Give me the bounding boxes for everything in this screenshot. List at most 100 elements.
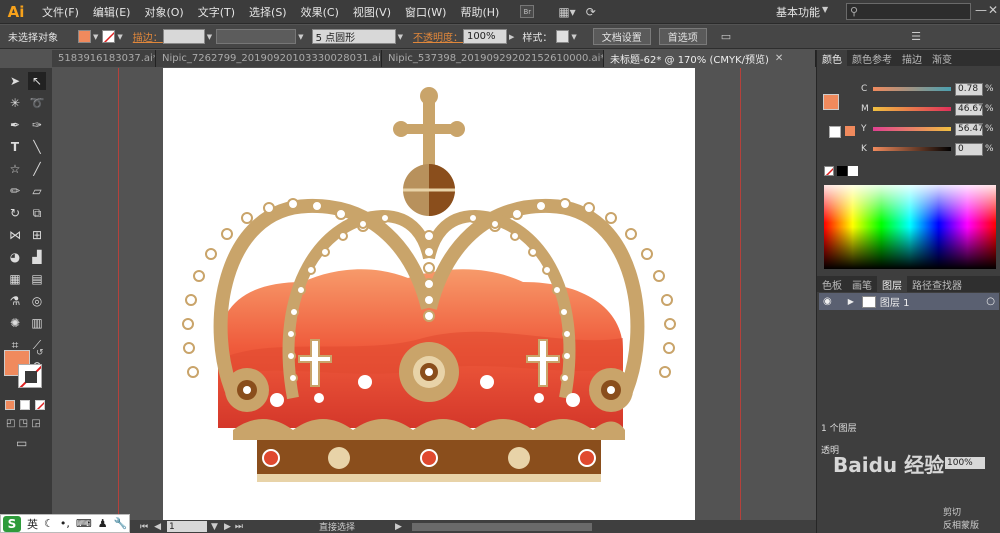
chevron-down-icon[interactable]: ▼: [93, 33, 98, 41]
close-button[interactable]: ✕: [988, 3, 998, 17]
chevron-down-icon[interactable]: ▼: [571, 33, 576, 41]
mesh-tool-icon[interactable]: ▦: [6, 270, 24, 288]
menu-edit[interactable]: 编辑(E): [86, 4, 138, 20]
rotate-tool-icon[interactable]: ↻: [6, 204, 24, 222]
sync-icon[interactable]: ⟳: [586, 5, 596, 19]
lasso-tool-icon[interactable]: ➰: [28, 94, 46, 112]
tab-doc-active[interactable]: 未标题-62* @ 170% (CMYK/预览) ✕: [604, 50, 816, 67]
stroke-weight-field[interactable]: [162, 29, 205, 44]
status-menu-icon[interactable]: ▶: [395, 522, 402, 532]
shape-builder-tool-icon[interactable]: ◕: [6, 248, 24, 266]
menu-type[interactable]: 文字(T): [191, 4, 242, 20]
chevron-down-icon[interactable]: ▼: [211, 522, 218, 532]
next-artboard-icon[interactable]: ▶: [224, 522, 231, 532]
chevron-down-icon[interactable]: ▼: [398, 33, 403, 41]
clip-checkbox-label[interactable]: 剪切: [943, 505, 961, 518]
curvature-tool-icon[interactable]: ✑: [28, 116, 46, 134]
blend-tool-icon[interactable]: ◎: [28, 292, 46, 310]
variable-width-dropdown[interactable]: [216, 29, 297, 44]
layer-target-icon[interactable]: ○: [986, 296, 995, 307]
menu-view[interactable]: 视图(V): [346, 4, 398, 20]
star-tool-icon[interactable]: ☆: [6, 160, 24, 178]
pencil-tool-icon[interactable]: ✏: [6, 182, 24, 200]
wrench-icon[interactable]: 🔧: [114, 517, 128, 530]
opacity-label[interactable]: 不透明度：: [413, 29, 463, 44]
perspective-grid-tool-icon[interactable]: ▟: [28, 248, 46, 266]
tab-stroke[interactable]: 描边: [897, 50, 927, 66]
sogou-ime-icon[interactable]: S: [3, 515, 21, 532]
yellow-field[interactable]: 56.47: [955, 122, 984, 136]
column-graph-tool-icon[interactable]: ▥: [28, 314, 46, 332]
tab-layers[interactable]: 图层: [877, 276, 907, 292]
stroke-label[interactable]: 描边：: [133, 29, 163, 44]
moon-icon[interactable]: ☾: [44, 517, 54, 530]
menu-window[interactable]: 窗口(W): [398, 4, 453, 20]
black-color-chip[interactable]: [837, 166, 847, 176]
magenta-track[interactable]: [873, 107, 951, 111]
magic-wand-tool-icon[interactable]: ✳: [6, 94, 24, 112]
close-icon[interactable]: ✕: [775, 53, 783, 64]
yellow-track[interactable]: [873, 127, 951, 131]
yellow-slider[interactable]: Y 56.47 %: [861, 122, 994, 136]
selection-tool-icon[interactable]: ➤: [6, 72, 24, 90]
magenta-field[interactable]: 46.67: [955, 102, 984, 116]
line-tool-icon[interactable]: ╲: [28, 138, 46, 156]
opacity-field[interactable]: 100%: [462, 29, 507, 44]
chevron-right-icon[interactable]: ▶: [509, 33, 514, 41]
black-field[interactable]: 0: [955, 142, 983, 156]
eyedropper-tool-icon[interactable]: ⚗: [6, 292, 24, 310]
style-swatch[interactable]: [556, 30, 570, 43]
none-mode-icon[interactable]: [35, 400, 45, 410]
menu-select[interactable]: 选择(S): [242, 4, 294, 20]
magenta-slider[interactable]: M 46.67 %: [861, 102, 994, 116]
eye-icon[interactable]: ◉: [823, 296, 832, 307]
tab-doc-3[interactable]: Nipic_537398_20190929202152610000.ai*✕: [382, 50, 604, 67]
black-track[interactable]: [873, 147, 951, 151]
free-transform-tool-icon[interactable]: ⊞: [28, 226, 46, 244]
cyan-slider[interactable]: C 0.78 %: [861, 82, 994, 96]
last-artboard-icon[interactable]: ⏭: [235, 522, 243, 532]
menu-file[interactable]: 文件(F): [35, 4, 86, 20]
black-slider[interactable]: K 0 %: [861, 142, 994, 156]
menu-object[interactable]: 对象(O): [137, 4, 190, 20]
stroke-color-box[interactable]: [18, 364, 42, 388]
artboard[interactable]: [163, 68, 695, 520]
direct-selection-tool-icon[interactable]: ↖: [28, 72, 46, 90]
artboard-number-field[interactable]: 1: [167, 521, 208, 532]
horizontal-scrollbar[interactable]: [411, 522, 592, 531]
minimize-button[interactable]: —: [975, 3, 987, 17]
tab-color[interactable]: 颜色: [817, 50, 847, 66]
tab-color-guide[interactable]: 颜色参考: [847, 50, 897, 66]
menu-effect[interactable]: 效果(C): [294, 4, 346, 20]
eraser-tool-icon[interactable]: ▱: [28, 182, 46, 200]
none-color-icon[interactable]: [824, 166, 834, 176]
white-color-chip[interactable]: [848, 166, 858, 176]
brush-dropdown[interactable]: 5 点圆形: [311, 29, 396, 44]
color-mode-icon[interactable]: [5, 400, 15, 410]
tab-pathfinder[interactable]: 路径查找器: [907, 276, 967, 292]
panel-menu-icon[interactable]: ☰: [911, 30, 921, 43]
gradient-mode-icon[interactable]: [20, 400, 30, 410]
gradient-tool-icon[interactable]: ▤: [28, 270, 46, 288]
first-artboard-icon[interactable]: ⏮: [140, 522, 148, 532]
cyan-track[interactable]: [873, 87, 951, 91]
tab-swatches[interactable]: 色板: [817, 276, 847, 292]
out-of-gamut-swatch[interactable]: [845, 126, 855, 136]
ime-language[interactable]: 英: [27, 516, 38, 532]
canvas[interactable]: [52, 68, 816, 520]
tab-doc-1[interactable]: 5183916183037.ai*✕: [52, 50, 156, 67]
chevron-down-icon[interactable]: ▼: [207, 33, 212, 41]
menu-help[interactable]: 帮助(H): [453, 4, 506, 20]
paintbrush-tool-icon[interactable]: ╱: [28, 160, 46, 178]
panel-fill-swatch[interactable]: [823, 94, 839, 110]
type-tool-icon[interactable]: T: [6, 138, 24, 156]
tab-doc-2[interactable]: Nipic_7262799_20190920103330028031.ai*✕: [156, 50, 382, 67]
skin-icon[interactable]: ♟: [98, 517, 108, 530]
panel-stroke-swatch[interactable]: [829, 126, 841, 138]
cyan-field[interactable]: 0.78: [955, 82, 983, 96]
document-settings-button[interactable]: 文档设置: [592, 28, 651, 45]
keyboard-icon[interactable]: ⌨: [76, 517, 92, 530]
crown-artwork[interactable]: [163, 68, 695, 520]
layer-name[interactable]: 图层 1: [880, 294, 910, 309]
punctuation-icon[interactable]: •,: [60, 517, 70, 530]
